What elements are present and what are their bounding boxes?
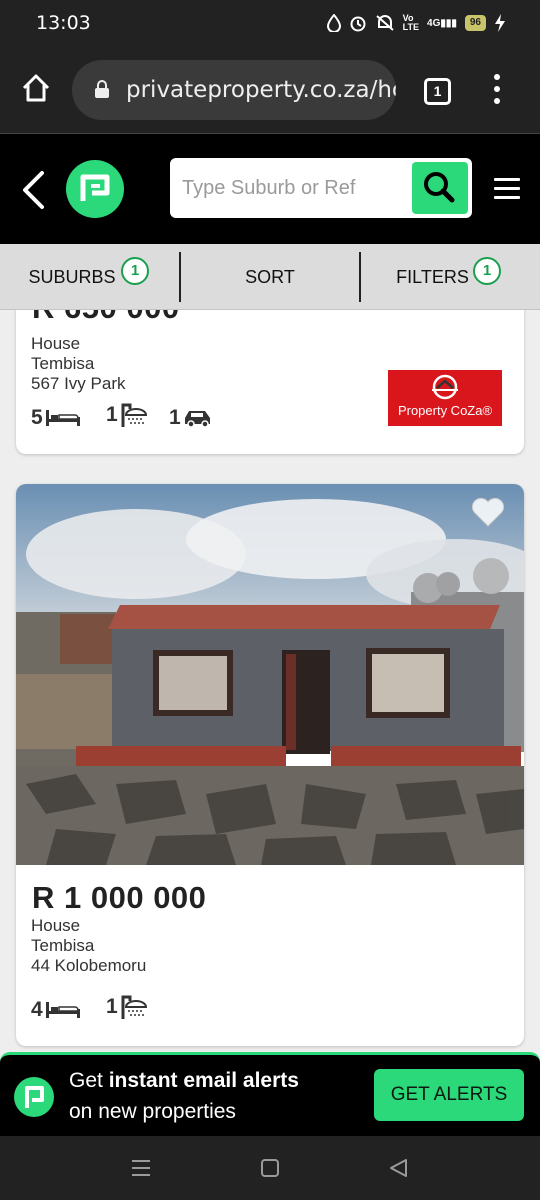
alarm-icon xyxy=(350,16,366,32)
battery-icon: 96 xyxy=(464,15,486,31)
bedrooms-feature: 4 xyxy=(31,998,81,1022)
status-bar: 13:03 Vo LTE 4G▮▮▮ 96 xyxy=(0,0,540,48)
filter-bar: SUBURBS 1 SORT FILTERS 1 xyxy=(0,244,540,310)
listing-suburb: Tembisa xyxy=(31,354,95,373)
listing-suburb: Tembisa xyxy=(31,936,95,955)
status-icons: Vo LTE 4G▮▮▮ 96 xyxy=(326,13,506,32)
alerts-text: Get instant email alerts on new properti… xyxy=(69,1065,299,1127)
favorite-heart-icon[interactable] xyxy=(470,496,506,528)
listing-type: House xyxy=(31,916,81,935)
search-input[interactable] xyxy=(182,170,408,206)
tab-filters-label: FILTERS xyxy=(396,267,469,287)
search-button[interactable] xyxy=(412,162,468,214)
alerts-text-prefix: Get xyxy=(69,1069,109,1092)
listing-card[interactable]: R 650 000 House Tembisa 567 Ivy Park 5 1… xyxy=(16,310,524,454)
house-photo-image xyxy=(16,484,524,865)
agency-name: Property CoZa® xyxy=(397,403,493,418)
listing-card[interactable]: R 1 000 000 House Tembisa 44 Kolobemoru … xyxy=(16,484,524,1046)
alerts-text-line2: on new properties xyxy=(69,1100,236,1123)
parking-count: 1 xyxy=(169,406,181,429)
search-box xyxy=(170,158,472,218)
listing-address: 567 Ivy Park xyxy=(31,374,126,393)
listing-price: R 650 000 xyxy=(32,310,180,326)
signal-icon: 4G▮▮▮ xyxy=(427,17,457,29)
browser-menu-icon[interactable] xyxy=(492,74,502,106)
recent-apps-icon[interactable] xyxy=(130,1158,152,1178)
shower-icon xyxy=(121,995,147,1019)
tab-suburbs[interactable]: SUBURBS xyxy=(0,244,180,310)
site-header xyxy=(0,134,540,244)
car-icon xyxy=(184,411,210,428)
tab-sort-label: SORT xyxy=(245,267,295,287)
bathrooms-feature: 1 xyxy=(106,994,148,1020)
listing-photo[interactable] xyxy=(16,484,524,865)
listing-results: R 650 000 House Tembisa 567 Ivy Park 5 1… xyxy=(0,310,540,1136)
status-time: 13:03 xyxy=(36,12,91,34)
home-icon[interactable] xyxy=(20,72,52,104)
alerts-logo xyxy=(14,1077,54,1117)
get-alerts-button[interactable]: GET ALERTS xyxy=(374,1069,524,1121)
back-chevron-icon[interactable] xyxy=(20,170,46,210)
email-alerts-banner: Get instant email alerts on new properti… xyxy=(0,1052,540,1138)
back-nav-icon[interactable] xyxy=(388,1158,408,1178)
shower-icon xyxy=(121,403,147,427)
tab-suburbs-label: SUBURBS xyxy=(28,267,116,287)
search-icon xyxy=(424,172,455,203)
bedrooms-count: 4 xyxy=(31,998,43,1021)
bed-icon xyxy=(45,1002,80,1018)
listing-price: R 1 000 000 xyxy=(32,880,207,915)
listing-address: 44 Kolobemoru xyxy=(31,956,147,975)
logo-mark-icon xyxy=(80,174,110,201)
parking-feature: 1 xyxy=(169,406,213,430)
site-logo[interactable] xyxy=(66,160,124,218)
system-nav-bar xyxy=(0,1136,540,1200)
browser-toolbar: privateproperty.co.za/ho 1 xyxy=(0,48,540,134)
tab-switcher-button[interactable]: 1 xyxy=(424,78,451,105)
bed-icon xyxy=(45,410,80,426)
listing-type: House xyxy=(31,334,81,353)
bathrooms-count: 1 xyxy=(106,403,118,426)
home-nav-icon[interactable] xyxy=(260,1158,280,1178)
filters-count-badge: 1 xyxy=(473,257,501,285)
charging-icon xyxy=(495,14,505,32)
logo-mark-icon xyxy=(25,1086,44,1108)
bathrooms-feature: 1 xyxy=(106,402,148,428)
volte-icon: Vo LTE xyxy=(402,13,420,32)
bedrooms-count: 5 xyxy=(31,406,43,429)
suburbs-count-badge: 1 xyxy=(121,257,149,285)
alerts-text-bold: instant email alerts xyxy=(108,1069,299,1092)
tab-sort[interactable]: SORT xyxy=(181,244,359,310)
url-text: privateproperty.co.za/ho xyxy=(126,77,396,103)
bathrooms-count: 1 xyxy=(106,995,118,1018)
url-bar[interactable]: privateproperty.co.za/ho xyxy=(72,60,396,120)
agency-logo-icon xyxy=(432,374,458,400)
tab-filters[interactable]: FILTERS xyxy=(361,244,540,310)
drop-icon xyxy=(326,14,341,32)
agency-logo[interactable]: Property CoZa® xyxy=(388,370,502,426)
bedrooms-feature: 5 xyxy=(31,406,81,430)
lock-icon xyxy=(95,80,109,98)
hamburger-menu-icon[interactable] xyxy=(494,178,520,200)
mute-icon xyxy=(376,15,394,31)
